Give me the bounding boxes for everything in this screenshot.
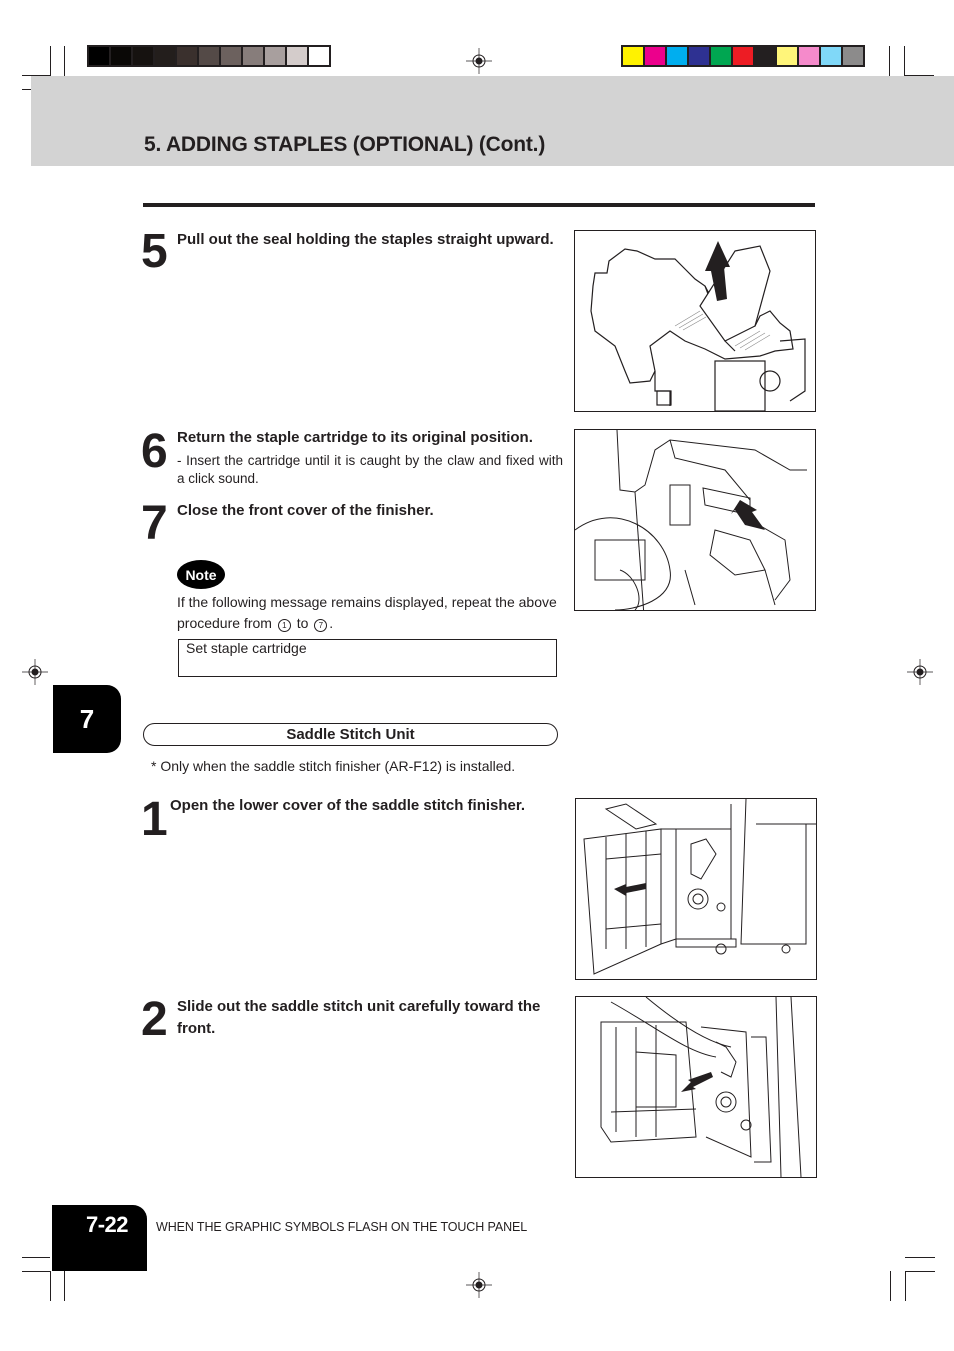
arrow-up-icon bbox=[731, 500, 765, 530]
arrow-down-left-icon bbox=[681, 1072, 713, 1092]
crop-mark bbox=[905, 1271, 935, 1272]
color-swatch bbox=[309, 47, 329, 65]
color-swatch bbox=[821, 47, 841, 65]
step-number: 5 bbox=[141, 225, 168, 278]
color-swatch bbox=[287, 47, 307, 65]
crop-mark bbox=[889, 46, 890, 76]
color-swatch bbox=[799, 47, 819, 65]
crop-mark bbox=[22, 1271, 50, 1272]
color-swatch bbox=[221, 47, 241, 65]
insert-cartridge-figure bbox=[574, 429, 816, 611]
crop-mark bbox=[905, 1271, 906, 1301]
note-period: . bbox=[329, 615, 334, 631]
color-swatch bbox=[645, 47, 665, 65]
crop-mark bbox=[50, 46, 51, 76]
step-instruction: Close the front cover of the finisher. bbox=[177, 502, 434, 519]
note-to: to bbox=[296, 615, 309, 631]
step-number: 2 bbox=[141, 993, 168, 1046]
open-lower-cover-figure bbox=[575, 798, 817, 980]
arrow-left-icon bbox=[614, 883, 646, 896]
color-swatch bbox=[667, 47, 687, 65]
registration-mark-icon bbox=[907, 659, 933, 685]
section-heading: Saddle Stitch Unit bbox=[143, 723, 558, 746]
color-swatch bbox=[843, 47, 863, 65]
section-footnote: * Only when the saddle stitch finisher (… bbox=[151, 758, 516, 774]
footer-section-title: WHEN THE GRAPHIC SYMBOLS FLASH ON THE TO… bbox=[156, 1220, 528, 1234]
color-swatch bbox=[623, 47, 643, 65]
crop-mark bbox=[904, 46, 905, 76]
open-lower-cover-illustration bbox=[583, 799, 816, 975]
circled-step-to: 7 bbox=[314, 619, 328, 632]
step-instruction: Pull out the seal holding the staples st… bbox=[177, 231, 554, 248]
step-number: 7 bbox=[141, 497, 168, 550]
staple-cartridge-illustration bbox=[590, 241, 806, 411]
registration-mark-icon bbox=[466, 48, 492, 74]
step-instruction: Open the lower cover of the saddle stitc… bbox=[170, 797, 526, 814]
color-swatch bbox=[711, 47, 731, 65]
slide-out-unit-figure bbox=[575, 996, 817, 1178]
color-swatch bbox=[89, 47, 109, 65]
color-swatch bbox=[177, 47, 197, 65]
touch-panel-message: Set staple cartridge bbox=[178, 639, 557, 677]
page-title: 5. ADDING STAPLES (OPTIONAL) (Cont.) bbox=[144, 133, 546, 156]
crop-mark bbox=[64, 46, 65, 76]
color-swatch bbox=[265, 47, 285, 65]
staple-seal-removal-figure bbox=[574, 230, 816, 412]
page-number: 7-22 bbox=[86, 1212, 129, 1237]
color-swatch bbox=[243, 47, 263, 65]
slide-out-saddle-stitch-illustration bbox=[600, 997, 802, 1177]
process-color-bar bbox=[621, 45, 865, 67]
chapter-tab: 7 bbox=[53, 685, 121, 753]
crop-mark bbox=[890, 1271, 891, 1301]
color-swatch bbox=[155, 47, 175, 65]
insert-cartridge-illustration bbox=[575, 430, 807, 610]
color-swatch bbox=[777, 47, 797, 65]
circled-step-from: 1 bbox=[277, 619, 291, 632]
step-number: 1 bbox=[141, 793, 168, 846]
color-swatch bbox=[199, 47, 219, 65]
step-instruction: Return the staple cartridge to its origi… bbox=[177, 429, 533, 446]
registration-mark-icon bbox=[466, 1272, 492, 1298]
grayscale-color-bar bbox=[87, 45, 331, 67]
step-number: 6 bbox=[141, 425, 168, 478]
note-badge: Note bbox=[177, 560, 225, 589]
crop-mark bbox=[50, 1271, 51, 1301]
step-detail: - Insert the cartridge until it is caugh… bbox=[177, 453, 563, 486]
registration-mark-icon bbox=[22, 659, 48, 685]
note-body: If the following message remains display… bbox=[177, 594, 557, 631]
step-instruction: Slide out the saddle stitch unit careful… bbox=[177, 998, 541, 1037]
crop-mark bbox=[64, 1271, 65, 1301]
color-swatch bbox=[733, 47, 753, 65]
crop-mark bbox=[22, 1257, 50, 1258]
color-swatch bbox=[133, 47, 153, 65]
crop-mark bbox=[905, 1257, 935, 1258]
color-swatch bbox=[111, 47, 131, 65]
note-text: If the following message remains display… bbox=[177, 592, 565, 634]
color-swatch bbox=[689, 47, 709, 65]
color-swatch bbox=[755, 47, 775, 65]
title-divider bbox=[143, 203, 815, 207]
